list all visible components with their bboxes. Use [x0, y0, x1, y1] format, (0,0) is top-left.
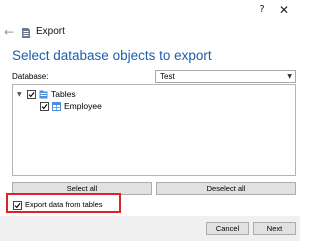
- page-heading: Select database objects to export: [12, 48, 212, 63]
- database-label: Database:: [12, 72, 49, 81]
- tables-checkbox[interactable]: [27, 90, 36, 99]
- database-select-value: Test: [160, 72, 175, 81]
- employee-checkbox[interactable]: [40, 102, 49, 111]
- chevron-down-icon: ▼: [287, 73, 292, 80]
- tables-folder-icon: [39, 90, 48, 99]
- window-title: Export: [36, 26, 65, 37]
- close-button[interactable]: ✕: [273, 3, 295, 17]
- tree-node-label: Tables: [51, 89, 76, 99]
- collapse-arrow-icon[interactable]: ▼: [17, 91, 25, 98]
- tree-node-label: Employee: [64, 101, 102, 111]
- tree-node-tables[interactable]: ▼ Tables: [17, 89, 76, 100]
- objects-tree[interactable]: ▼ Tables Employee: [12, 84, 296, 176]
- back-arrow-icon[interactable]: ←: [4, 25, 18, 39]
- database-select[interactable]: Test ▼: [155, 70, 296, 83]
- export-data-label: Export data from tables: [25, 200, 103, 209]
- help-button[interactable]: ?: [251, 3, 273, 17]
- tree-node-employee[interactable]: Employee: [40, 101, 102, 112]
- export-data-option[interactable]: Export data from tables: [13, 200, 103, 210]
- next-button[interactable]: Next: [253, 222, 296, 235]
- deselect-all-button[interactable]: Deselect all: [156, 182, 296, 195]
- cancel-button[interactable]: Cancel: [206, 222, 249, 235]
- export-app-icon: [22, 28, 30, 38]
- export-data-checkbox[interactable]: [13, 200, 22, 210]
- table-icon: [52, 102, 61, 111]
